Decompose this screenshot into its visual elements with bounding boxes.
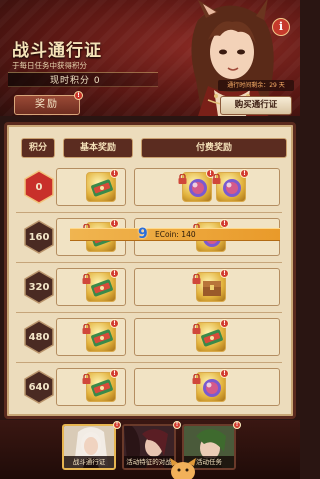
level-badge: 320 xyxy=(22,270,56,304)
row-divider xyxy=(16,362,282,363)
lock-icon xyxy=(82,269,91,284)
ecoin-balance: ECoin: 140 xyxy=(155,230,196,239)
reward-alert-icon: ! xyxy=(220,319,229,328)
level-badge: 480 xyxy=(22,320,56,354)
paid-column-header: 付费奖励 xyxy=(141,138,287,158)
lock-icon xyxy=(82,369,91,384)
level-value: 640 xyxy=(28,381,50,393)
reward-alert-icon: ! xyxy=(220,269,229,278)
mascot-icon[interactable] xyxy=(168,458,198,479)
level-badge: 0 xyxy=(22,170,56,204)
level-value: 0 xyxy=(35,181,43,193)
page-title: 战斗通行证 xyxy=(12,41,102,61)
tab-battle-pass-label: 战斗通行证 xyxy=(64,456,114,468)
info-button[interactable]: i xyxy=(272,18,290,36)
tab-alert-icon: ! xyxy=(233,421,241,429)
tab-battle-pass[interactable]: 战斗通行证 xyxy=(62,424,116,470)
tab-event-battle-label: 活动特征的对战 xyxy=(124,456,174,468)
reward-alert-icon: ! xyxy=(220,219,229,228)
lock-icon xyxy=(192,269,201,284)
battle-pass-header: 战斗通行证 于每日任务中获得积分 现时积分 0 奖励 ! i 通行时间剩余：29… xyxy=(0,0,300,116)
floating-number: 9 xyxy=(138,226,148,242)
reward-alert-icon: ! xyxy=(110,369,119,378)
row-divider xyxy=(16,262,282,263)
reward-alert-icon: ! xyxy=(74,91,83,100)
reward-alert-icon: ! xyxy=(110,169,119,178)
lock-icon xyxy=(212,169,221,184)
level-badge: 160 xyxy=(22,220,56,254)
remaining-time: 通行时间剩余：29 天 xyxy=(218,80,294,91)
row-divider xyxy=(16,312,282,313)
buy-pass-button[interactable]: 购买通行证 xyxy=(220,96,292,115)
row-divider xyxy=(16,212,282,213)
lock-icon xyxy=(192,319,201,334)
buy-pass-label: 购买通行证 xyxy=(234,100,278,110)
subtitle: 于每日任务中获得积分 xyxy=(12,61,87,70)
tab-alert-icon: ! xyxy=(173,421,181,429)
reward-alert-icon: ! xyxy=(110,319,119,328)
lock-icon xyxy=(192,369,201,384)
lock-icon xyxy=(178,169,187,184)
current-points: 现时积分 0 xyxy=(50,76,101,86)
points-column-header: 积分 xyxy=(21,138,55,158)
reward-alert-icon: ! xyxy=(220,369,229,378)
level-badge: 640 xyxy=(22,370,56,404)
reward-alert-icon: ! xyxy=(110,219,119,228)
level-value: 320 xyxy=(28,281,50,293)
reward-button[interactable]: 奖励 xyxy=(14,95,80,115)
reward-alert-icon: ! xyxy=(110,269,119,278)
lock-icon xyxy=(82,319,91,334)
reward-alert-icon: ! xyxy=(240,169,249,178)
basic-column-header: 基本奖励 xyxy=(63,138,133,158)
level-value: 160 xyxy=(28,231,50,243)
tab-alert-icon: ! xyxy=(113,421,121,429)
reward-button-label: 奖励 xyxy=(35,99,59,110)
level-value: 480 xyxy=(28,331,50,343)
